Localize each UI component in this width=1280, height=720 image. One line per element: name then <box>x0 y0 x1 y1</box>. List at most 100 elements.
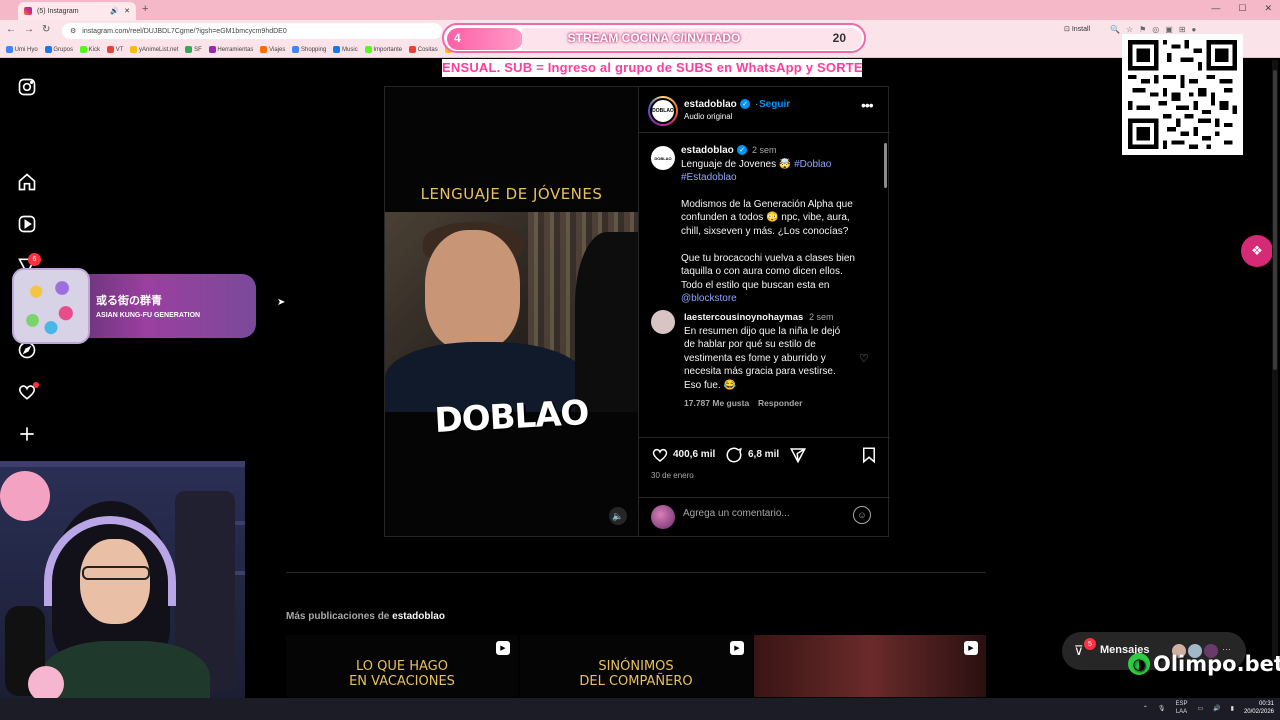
qr-code-graphic <box>1128 40 1237 149</box>
bookmark-favicon-icon <box>260 45 268 53</box>
bookmark-item[interactable]: Viajes <box>260 45 285 53</box>
caption-username[interactable]: estadoblao <box>681 145 734 156</box>
comments-scrollbar[interactable] <box>883 135 888 435</box>
clock[interactable]: 00:31 20/02/2026 <box>1244 700 1274 716</box>
extension-icons[interactable]: 🔍☆⚑◎▣⊞● <box>1110 25 1202 34</box>
browser-tab[interactable]: (5) Instagram 🔊 ✕ <box>18 2 136 20</box>
audio-label[interactable]: Audio original <box>684 112 732 121</box>
emoji-icon[interactable]: ☺ <box>853 506 871 524</box>
bookmark-item[interactable]: VT <box>107 45 123 53</box>
bookmark-item[interactable]: Umi Hyo <box>6 45 38 53</box>
reply-button[interactable]: Responder <box>758 398 802 408</box>
author-avatar[interactable]: DOBLAO <box>648 96 678 126</box>
bookmark-item[interactable]: Music <box>333 45 358 53</box>
scrollbar-thumb[interactable] <box>884 143 887 188</box>
bookmark-item[interactable]: Shopping <box>292 45 326 53</box>
more-posts-username[interactable]: estadoblao <box>392 611 445 622</box>
bookmark-item[interactable]: Herramientas <box>208 45 253 53</box>
bookmark-item[interactable]: Cositas <box>409 45 438 53</box>
mention-link[interactable]: @blockstore <box>681 292 737 306</box>
save-icon[interactable] <box>860 446 878 464</box>
bookmark-item[interactable]: Grupos <box>44 45 73 53</box>
mouse-cursor-icon: ➤ <box>277 297 286 308</box>
kirby-plush <box>0 471 50 521</box>
follow-button[interactable]: Seguir <box>759 99 790 110</box>
like-icon[interactable] <box>651 446 669 464</box>
caption-avatar[interactable]: DOBLAO <box>651 146 675 170</box>
comment-icon[interactable] <box>725 446 743 464</box>
hashtag-link[interactable]: #Doblao <box>794 159 831 170</box>
comment-line: vestimenta es fome y aburrido y <box>684 353 826 364</box>
section-divider <box>286 572 986 573</box>
commenter-username[interactable]: laestercousinoynohaymas <box>684 312 803 323</box>
author-username[interactable]: estadoblao <box>684 99 737 110</box>
comment-line: necesita más gracia para vestirse. <box>684 366 836 377</box>
bookmark-item[interactable]: SF <box>185 45 202 53</box>
post-header: DOBLAO estadoblao ✓ · Seguir Audio origi… <box>639 87 890 133</box>
reload-icon[interactable]: ↻ <box>42 24 50 35</box>
page-scrollbar-thumb[interactable] <box>1273 70 1277 370</box>
bookmark-favicon-icon <box>292 45 300 53</box>
stream-banner: 4 STREAM COCINA C/INVITADO 20 <box>442 23 866 53</box>
bookmark-item[interactable]: Kick <box>80 45 100 53</box>
microphone-icon[interactable]: 🎙 <box>1158 705 1166 712</box>
battery-icon[interactable]: ▮ <box>1231 705 1234 712</box>
window-controls: — ☐ ✕ <box>1211 3 1272 14</box>
mute-button[interactable]: 🔈 <box>609 507 627 525</box>
hashtag-link[interactable]: #Estadoblao <box>681 171 737 185</box>
tab-close-icon[interactable]: ✕ <box>124 7 130 15</box>
bookmark-item[interactable]: yAnimeList.net <box>130 45 178 53</box>
bookmark-favicon-icon <box>208 45 216 53</box>
maximize-icon[interactable]: ☐ <box>1238 3 1246 14</box>
url-bar[interactable]: ⚙ instagram.com/reel/DUJBDL7Cgme/?igsh=e… <box>62 23 442 39</box>
bookmark-favicon-icon <box>6 45 13 53</box>
language-indicator[interactable]: ESP LAA <box>1175 700 1187 716</box>
forward-icon[interactable]: → <box>24 24 34 35</box>
floating-action-icon[interactable]: ❖ <box>1241 235 1273 267</box>
share-icon[interactable] <box>789 446 807 464</box>
reel-post: LENGUAJE DE JÓVENES DOBLAO 🔈 DOBLAO esta… <box>384 86 890 537</box>
caption-line: Todo el estilo que buscan esta en <box>681 280 830 291</box>
comment-count[interactable]: 6,8 mil <box>748 449 779 460</box>
bookmark-favicon-icon <box>409 45 417 53</box>
comment-input[interactable] <box>683 508 843 519</box>
minimize-icon[interactable]: — <box>1211 3 1220 14</box>
more-post-thumbnail[interactable]: LO QUE HAGO EN VACACIONES ▶ <box>286 635 518 697</box>
video-frame <box>385 212 638 412</box>
bookmark-favicon-icon <box>185 45 193 53</box>
reel-badge-icon: ▶ <box>964 641 978 655</box>
reel-video[interactable]: LENGUAJE DE JÓVENES DOBLAO 🔈 <box>385 87 638 536</box>
install-button[interactable]: ⊡ Install <box>1064 25 1090 33</box>
create-icon[interactable] <box>17 424 37 444</box>
bookmark-favicon-icon <box>333 45 341 53</box>
close-window-icon[interactable]: ✕ <box>1264 3 1272 14</box>
speaker-icon: 🔈 <box>612 510 624 521</box>
tab-title: (5) Instagram <box>37 7 79 15</box>
bookmark-favicon-icon <box>364 45 372 53</box>
streamer-webcam <box>0 461 245 720</box>
tab-audio-icon[interactable]: 🔊 <box>110 7 119 15</box>
install-label: Install <box>1071 26 1091 33</box>
new-tab-button[interactable]: + <box>142 3 148 15</box>
bookmark-item[interactable]: Importante <box>364 45 402 53</box>
verified-badge-icon: ✓ <box>740 99 750 109</box>
more-post-thumbnail[interactable]: SINÓNIMOS DEL COMPAÑERO ▶ <box>520 635 752 697</box>
network-icon[interactable]: ▭ <box>1198 705 1204 712</box>
comment-like-icon[interactable]: ♡ <box>859 352 869 365</box>
home-icon[interactable] <box>17 172 37 192</box>
volume-icon[interactable]: 🔊 <box>1213 705 1220 712</box>
chevron-up-icon[interactable]: ⌃ <box>1143 705 1148 712</box>
like-count[interactable]: 400,6 mil <box>673 449 715 460</box>
comment-likes[interactable]: 17.787 Me gusta <box>684 398 749 408</box>
site-info-icon[interactable]: ⚙ <box>70 27 76 35</box>
sponsor-logo: ◑ Olimpo.bet <box>1128 652 1280 676</box>
more-options-icon[interactable]: ••• <box>861 97 874 113</box>
back-icon[interactable]: ← <box>6 24 16 35</box>
reels-icon[interactable] <box>17 214 37 234</box>
commenter-avatar[interactable] <box>651 310 675 334</box>
instagram-logo-icon[interactable] <box>17 77 37 97</box>
page-scrollbar[interactable] <box>1272 60 1278 670</box>
author-avatar-text: DOBLAO <box>650 98 676 124</box>
more-post-thumbnail[interactable]: ▶ <box>754 635 986 697</box>
video-heading: LENGUAJE DE JÓVENES <box>420 185 603 203</box>
